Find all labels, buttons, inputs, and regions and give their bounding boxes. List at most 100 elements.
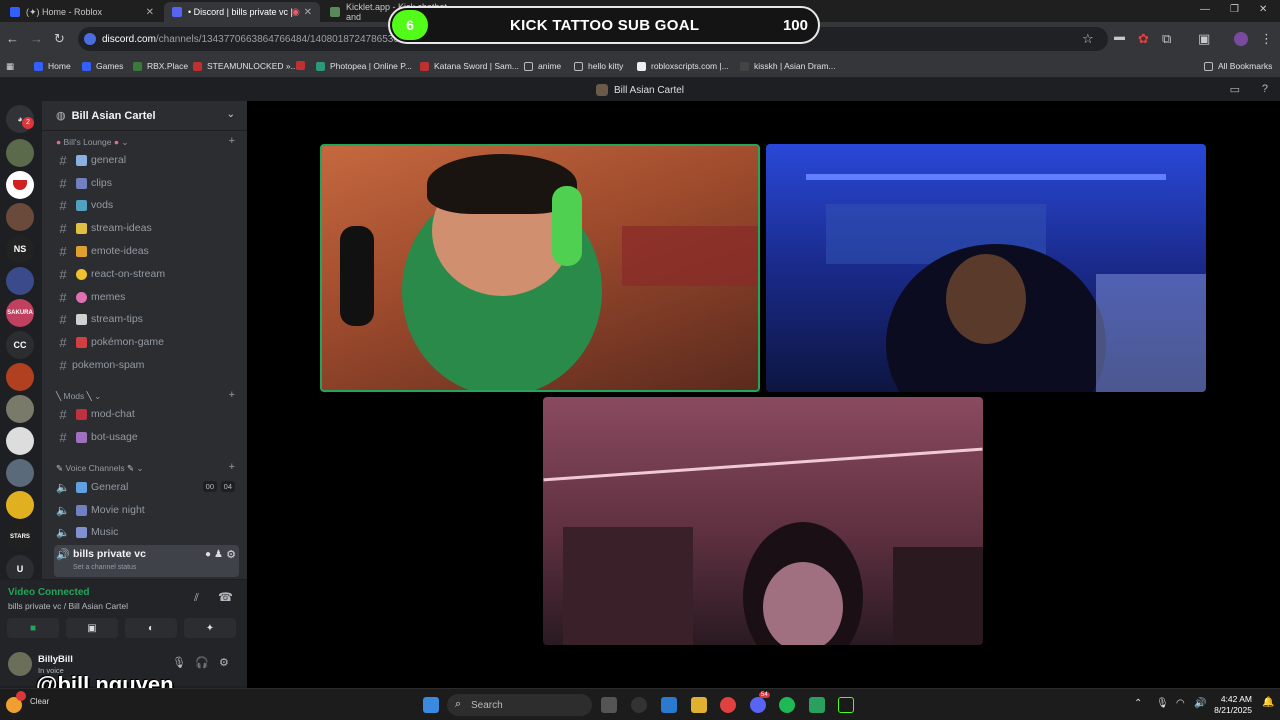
disconnect-icon[interactable]: ☎ — [218, 590, 233, 604]
mouse-app-icon[interactable] — [631, 697, 647, 713]
voice-location[interactable]: bills private vc / Bill Asian Cartel — [8, 601, 128, 611]
inbox-icon[interactable]: ▭ — [1230, 83, 1240, 96]
wifi-icon[interactable]: ◠ — [1176, 698, 1185, 709]
close-window-icon[interactable]: ✕ — [1259, 4, 1267, 15]
channel-bot-usage[interactable]: # bot-usage — [54, 427, 239, 447]
server-icon-2[interactable] — [6, 171, 34, 199]
server-icon-ns[interactable]: NS — [6, 235, 34, 263]
voice-channel-bills-private-vc[interactable]: 🔊 bills private vc Set a channel status … — [54, 545, 239, 577]
extensions-puzzle-icon[interactable]: ⧉ — [1162, 31, 1171, 47]
server-icon-sakura[interactable]: SAKURA — [6, 299, 34, 327]
extension-icon[interactable]: ▬ — [1114, 31, 1125, 43]
channel-general[interactable]: # general — [54, 150, 239, 170]
bookmark-hello-kitty[interactable]: hello kitty — [574, 61, 623, 71]
chrome-icon[interactable] — [720, 697, 736, 713]
forward-icon[interactable]: → — [30, 31, 43, 46]
add-channel-icon[interactable]: + — [229, 461, 235, 473]
spotify-icon[interactable] — [779, 697, 795, 713]
video-tile-2[interactable] — [766, 144, 1206, 392]
category-mods[interactable]: ╲ Mods ╲ ⌄ — [56, 391, 101, 402]
tray-chevron-icon[interactable]: ⌃ — [1134, 698, 1142, 709]
server-icon-13[interactable] — [6, 491, 34, 519]
channel-vods[interactable]: # vods — [54, 195, 239, 215]
headphones-icon[interactable]: 🎧 — [195, 656, 209, 669]
help-icon[interactable]: ? — [1262, 83, 1268, 95]
user-settings-gear-icon[interactable]: ⚙ — [219, 656, 229, 669]
bookmark-anime[interactable]: anime — [524, 61, 561, 71]
bookmark-red-icon[interactable] — [296, 61, 310, 70]
noise-suppression-icon[interactable]: ⫽ — [194, 592, 199, 605]
invite-icon[interactable]: ♟ — [214, 549, 223, 560]
store-icon[interactable] — [661, 697, 677, 713]
server-icon-9[interactable] — [6, 363, 34, 391]
channel-clips[interactable]: # clips — [54, 173, 239, 193]
notification-bell-icon[interactable]: 🔔 — [1262, 697, 1274, 708]
server-icon-cc[interactable]: CC — [6, 331, 34, 359]
reload-icon[interactable]: ↻ — [54, 31, 65, 47]
windows-start-icon[interactable] — [423, 697, 439, 713]
file-explorer-icon[interactable] — [691, 697, 707, 713]
channel-emote-ideas[interactable]: # emote-ideas — [54, 241, 239, 261]
apps-grid-icon[interactable]: ▦ — [6, 61, 14, 72]
task-view-icon[interactable] — [601, 697, 617, 713]
camera-button[interactable]: ■ — [7, 618, 59, 638]
bookmark-photopea[interactable]: Photopea | Online P... — [316, 61, 412, 71]
channel-pokemon-game[interactable]: # pokémon-game — [54, 332, 239, 352]
category-voice[interactable]: ✎ Voice Channels ✎ ⌄ — [56, 463, 144, 474]
channel-status[interactable]: Set a channel status — [73, 564, 136, 571]
server-icon-stars[interactable]: STARS — [6, 523, 34, 551]
site-info-icon[interactable] — [84, 33, 96, 45]
category-lounge[interactable]: ● Bill's Lounge ● ⌄ — [56, 137, 128, 148]
tab-roblox[interactable]: (✦) Home - Roblox ✕ — [2, 2, 162, 22]
side-panel-icon[interactable]: ▣ — [1198, 31, 1210, 47]
bookmark-steamunlocked[interactable]: STEAMUNLOCKED »... — [193, 61, 298, 71]
profile-avatar[interactable] — [1234, 32, 1248, 46]
channel-memes[interactable]: # memes — [54, 287, 239, 307]
close-tab-icon[interactable]: ✕ — [146, 7, 154, 18]
add-channel-icon[interactable]: + — [229, 389, 235, 401]
microphone-icon[interactable]: 🎙 — [172, 656, 186, 669]
chevron-down-icon[interactable]: ⌄ — [227, 109, 235, 120]
channel-mod-chat[interactable]: # mod-chat — [54, 404, 239, 424]
system-clock[interactable]: 4:42 AM 8/21/2025 — [1214, 694, 1252, 716]
channel-stream-tips[interactable]: # stream-tips — [54, 309, 239, 329]
minimize-icon[interactable]: — — [1200, 4, 1210, 15]
weather-text[interactable]: Clear — [30, 697, 49, 706]
chat-icon[interactable]: ● — [205, 549, 211, 560]
volume-icon[interactable]: 🔊 — [1194, 698, 1206, 709]
server-icon-1[interactable] — [6, 139, 34, 167]
add-channel-icon[interactable]: + — [229, 135, 235, 147]
video-tile-speaking[interactable] — [320, 144, 760, 392]
channel-stream-ideas[interactable]: # stream-ideas — [54, 218, 239, 238]
bookmark-katana[interactable]: Katana Sword | Sam... — [420, 61, 519, 71]
server-icon-3[interactable] — [6, 203, 34, 231]
voice-channel-general[interactable]: 🔈 General 00 04 — [54, 477, 239, 497]
soundboard-button[interactable]: ✦ — [184, 618, 236, 638]
bookmark-rbxplace[interactable]: RBX.Place — [133, 61, 188, 71]
voice-status[interactable]: Video Connected — [8, 587, 90, 598]
voice-channel-music[interactable]: 🔈 Music — [54, 522, 239, 542]
maximize-icon[interactable]: ❐ — [1230, 4, 1239, 15]
voice-channel-movie-night[interactable]: 🔈 Movie night — [54, 500, 239, 520]
tab-discord[interactable]: • Discord | bills private vc | ◉ ✕ — [164, 2, 320, 22]
taskbar-search[interactable]: ⌕ Search — [447, 694, 592, 716]
channel-pokemon-spam[interactable]: # pokemon-spam — [54, 355, 239, 375]
bookmark-home[interactable]: Home — [34, 61, 71, 71]
bookmark-robloxscripts[interactable]: robloxscripts.com |... — [637, 61, 729, 71]
bookmark-games[interactable]: Games — [82, 61, 123, 71]
video-tile-3[interactable] — [543, 397, 983, 645]
discord-taskbar-icon[interactable] — [750, 697, 766, 713]
menu-dots-icon[interactable]: ⋮ — [1260, 31, 1273, 47]
extension-red-icon[interactable]: ✿ — [1138, 31, 1149, 47]
settings-gear-icon[interactable]: ⚙ — [226, 548, 236, 561]
avatar[interactable] — [8, 652, 32, 676]
server-icon-11[interactable] — [6, 427, 34, 455]
bookmark-star-icon[interactable]: ☆ — [1082, 31, 1094, 47]
activities-button[interactable]: ◐ — [125, 618, 177, 638]
app-green-icon[interactable] — [809, 697, 825, 713]
close-tab-icon[interactable]: ✕ — [304, 7, 312, 18]
channel-react-on-stream[interactable]: # react-on-stream — [54, 264, 239, 284]
screen-share-button[interactable]: ▣ — [66, 618, 118, 638]
server-icon-10[interactable] — [6, 395, 34, 423]
server-header[interactable]: ◍ Bill Asian Cartel ⌄ — [42, 101, 247, 131]
